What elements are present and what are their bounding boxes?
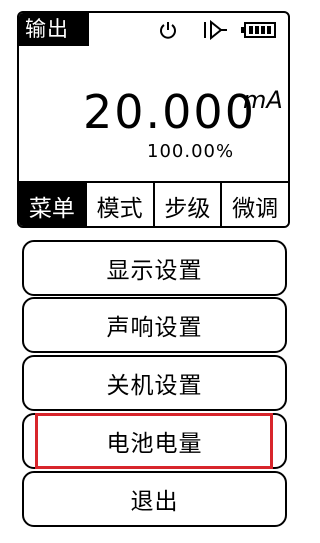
- mode-label: 输出: [19, 13, 89, 46]
- diode-icon: [203, 19, 229, 44]
- sound-settings-button[interactable]: 声响设置: [22, 297, 287, 353]
- device-screen: 输出 20.000 mA 100.00% 菜单 模式 步级 微调: [17, 11, 290, 228]
- reading-area: 20.000 mA: [19, 75, 288, 145]
- output-value: 20.000: [83, 85, 256, 139]
- output-unit: mA: [243, 86, 283, 114]
- tab-step[interactable]: 步级: [152, 183, 221, 226]
- power-icon: [158, 20, 178, 44]
- softkey-bar: 菜单 模式 步级 微调: [19, 181, 288, 226]
- output-percent: 100.00%: [147, 141, 235, 162]
- shutdown-settings-button[interactable]: 关机设置: [22, 355, 287, 411]
- tab-finetune[interactable]: 微调: [220, 183, 288, 226]
- tab-mode[interactable]: 模式: [84, 183, 153, 226]
- battery-level-button[interactable]: 电池电量: [22, 413, 287, 469]
- status-bar: 输出: [19, 13, 288, 46]
- exit-button[interactable]: 退出: [22, 471, 287, 527]
- tab-menu[interactable]: 菜单: [19, 183, 85, 226]
- display-settings-button[interactable]: 显示设置: [22, 240, 287, 296]
- battery-icon: [241, 22, 277, 42]
